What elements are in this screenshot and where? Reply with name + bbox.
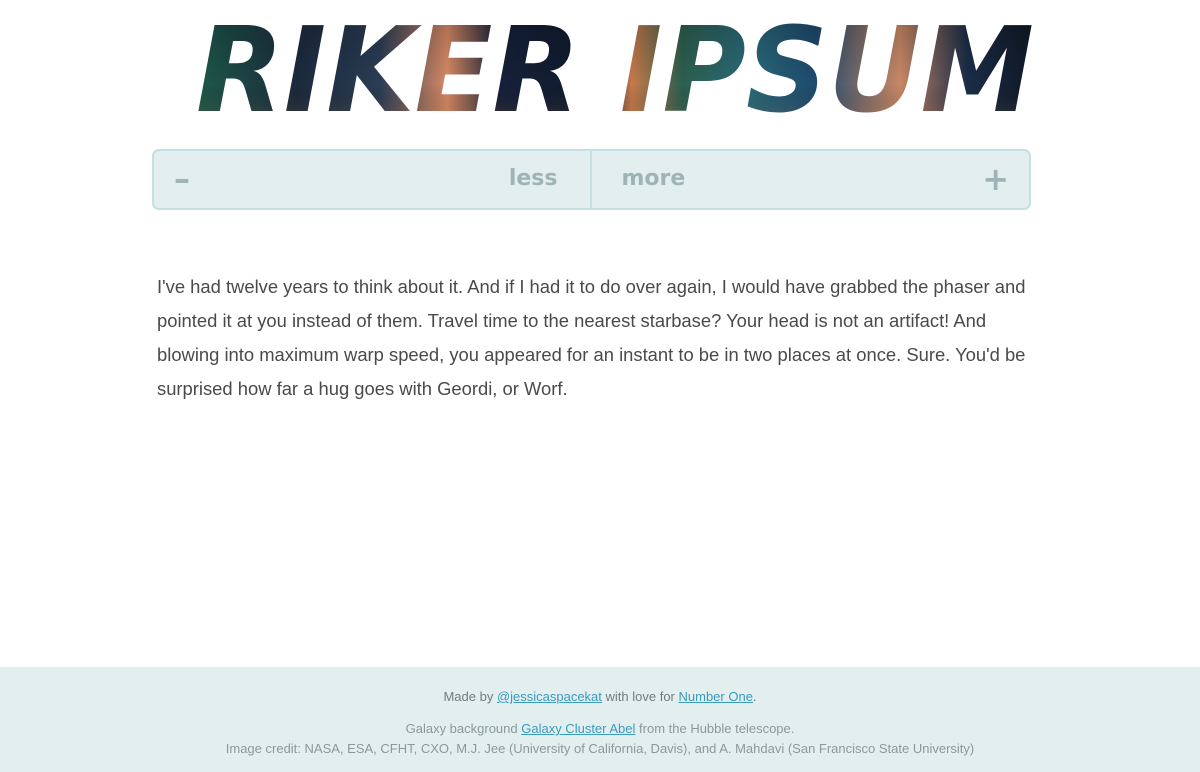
site-logo: RIKER IPSUM RIKER IPSUM <box>0 14 1200 124</box>
image-credit-line: Image credit: NASA, ESA, CFHT, CXO, M.J.… <box>225 741 975 756</box>
galaxy-cluster-link[interactable]: Galaxy Cluster Abel <box>521 721 635 736</box>
minus-icon: – <box>174 160 190 198</box>
plus-icon: + <box>982 160 1009 198</box>
logo-galaxy-text: RIKER IPSUM RIKER IPSUM <box>196 14 1034 124</box>
author-link[interactable]: @jessicaspacekat <box>497 689 602 704</box>
svg-text:RIKER IPSUM: RIKER IPSUM <box>196 14 1034 124</box>
footer-made-by: Made by @jessicaspacekat with love for N… <box>443 689 757 704</box>
footer-credits: Galaxy background Galaxy Cluster Abel fr… <box>0 719 1200 759</box>
ipsum-paragraph: I've had twelve years to think about it.… <box>157 276 1026 399</box>
number-one-link[interactable]: Number One <box>679 689 753 704</box>
galaxy-credit-line: Galaxy background Galaxy Cluster Abel fr… <box>405 721 795 736</box>
more-button[interactable]: more + <box>592 151 1030 208</box>
more-label: more <box>621 166 686 191</box>
less-label: less <box>508 166 558 191</box>
footer: Made by @jessicaspacekat with love for N… <box>0 667 1200 772</box>
less-button[interactable]: – less <box>154 151 592 208</box>
paragraph-count-control: – less more + <box>152 149 1031 210</box>
